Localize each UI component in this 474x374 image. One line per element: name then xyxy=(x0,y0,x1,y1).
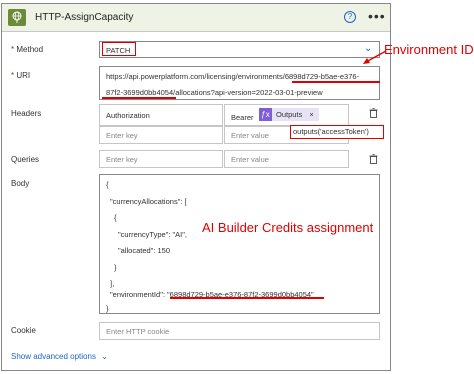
remove-token-icon[interactable]: × xyxy=(309,110,313,119)
show-advanced-options-link[interactable]: Show advanced options ⌄ xyxy=(11,352,108,361)
header-key-1[interactable]: Authorization xyxy=(99,104,223,126)
body-line: "currencyType": "AI", xyxy=(118,230,188,239)
headers-label: Headers xyxy=(11,109,42,118)
bearer-text: Bearer xyxy=(231,113,254,122)
body-line: "currencyAllocations": [ xyxy=(110,197,187,206)
expression-callout: outputs('accessToken') xyxy=(290,125,384,139)
delete-icon[interactable] xyxy=(369,154,378,164)
outputs-token[interactable]: ƒx Outputs × xyxy=(259,108,319,121)
query-value[interactable]: Enter value xyxy=(224,150,349,168)
required-mark: * xyxy=(11,71,15,80)
body-editor[interactable]: { "currencyAllocations": [ { "currencyTy… xyxy=(99,174,380,314)
value-placeholder: Enter value xyxy=(231,131,269,140)
value-placeholder: Enter value xyxy=(231,155,269,164)
globe-icon xyxy=(8,9,26,26)
body-line: } xyxy=(106,304,109,313)
method-label-text: Method xyxy=(16,45,44,54)
body-line: { xyxy=(114,213,117,222)
header-key-2[interactable]: Enter key xyxy=(99,126,223,144)
query-key[interactable]: Enter key xyxy=(99,150,223,168)
env-id-underline xyxy=(292,81,380,83)
body-line: { xyxy=(106,180,109,189)
method-highlight xyxy=(102,42,136,56)
chevron-down-icon: ⌄ xyxy=(101,352,108,361)
body-line: } xyxy=(114,263,117,272)
body-line: "allocated": 150 xyxy=(118,246,171,255)
uri-label-text: URI xyxy=(16,71,31,80)
uri-line-2: 87f2-3699d0bb4054/allocations?api-versio… xyxy=(106,88,323,97)
advanced-label: Show advanced options xyxy=(11,352,96,361)
help-icon[interactable]: ? xyxy=(344,11,356,23)
body-label: Body xyxy=(11,179,30,188)
credits-annotation: AI Builder Credits assignment xyxy=(202,220,374,235)
key-placeholder: Enter key xyxy=(106,131,138,140)
expression-text: outputs('accessToken') xyxy=(293,127,369,136)
uri-line-1: https://api.powerplatform.com/licensing/… xyxy=(106,72,360,81)
header-key-text: Authorization xyxy=(106,111,150,120)
method-select[interactable]: PATCH ⌄ xyxy=(99,41,380,58)
more-options-icon[interactable]: ••• xyxy=(368,8,386,24)
method-label: * Method xyxy=(11,45,43,54)
required-mark: * xyxy=(11,45,15,54)
env-id-body-underline xyxy=(170,297,324,299)
uri-label: * URI xyxy=(11,71,30,80)
uri-field[interactable]: https://api.powerplatform.com/licensing/… xyxy=(99,66,380,100)
expression-icon: ƒx xyxy=(259,108,272,121)
key-placeholder: Enter key xyxy=(106,155,138,164)
card-header[interactable]: HTTP-AssignCapacity ? ••• xyxy=(2,4,390,32)
env-id-underline-2 xyxy=(102,97,176,99)
environment-id-annotation: Environment ID xyxy=(384,42,474,57)
cookie-input[interactable]: Enter HTTP cookie xyxy=(99,322,380,340)
body-line: ], xyxy=(110,279,115,288)
header-value-1[interactable]: Bearer ƒx Outputs × xyxy=(224,104,349,126)
token-label: Outputs xyxy=(276,110,303,119)
cookie-placeholder: Enter HTTP cookie xyxy=(106,327,170,336)
http-action-card: HTTP-AssignCapacity ? ••• * Method PATCH… xyxy=(1,3,391,371)
delete-icon[interactable] xyxy=(369,108,378,118)
queries-label: Queries xyxy=(11,155,40,164)
card-title: HTTP-AssignCapacity xyxy=(35,12,134,23)
arrow-icon xyxy=(363,50,387,64)
cookie-label: Cookie xyxy=(11,326,36,335)
